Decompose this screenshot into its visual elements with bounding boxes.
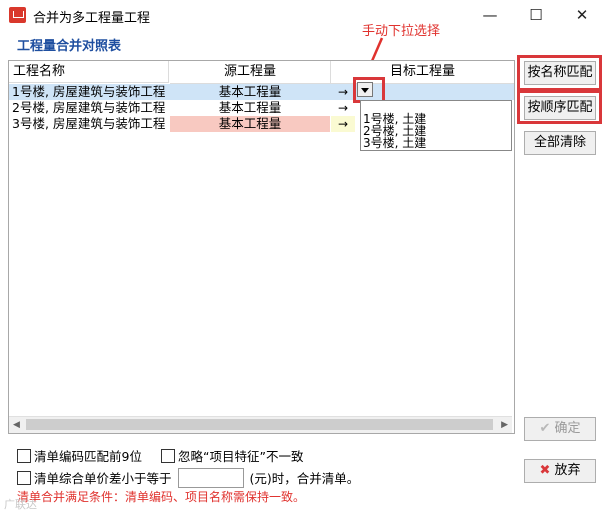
- check-icon: ✔: [539, 421, 551, 436]
- maximize-button[interactable]: ☐: [513, 0, 559, 30]
- arrow-icon: →: [331, 116, 355, 132]
- source-cell: 基本工程量: [218, 100, 282, 115]
- source-cell: 基本工程量: [170, 116, 330, 132]
- price-diff-suffix: (元)时，合并清单。: [249, 471, 360, 486]
- clear-all-button[interactable]: 全部清除: [524, 131, 596, 155]
- abandon-button[interactable]: ✖ 放弃: [524, 459, 596, 483]
- ignore-feature-checkbox[interactable]: [161, 449, 175, 463]
- code-match-checkbox[interactable]: [17, 449, 31, 463]
- close-button[interactable]: ✕: [559, 0, 605, 30]
- project-name-cell: 2号楼, 房屋建筑与装饰工程: [12, 100, 166, 115]
- arrow-icon: →: [337, 85, 349, 99]
- source-cell: 基本工程量: [218, 84, 282, 99]
- scroll-right-icon[interactable]: ▶: [501, 420, 508, 430]
- x-icon: ✖: [539, 463, 551, 478]
- minimize-button[interactable]: —: [467, 0, 513, 30]
- price-diff-checkbox[interactable]: [17, 471, 31, 485]
- match-by-order-highlight: [517, 90, 602, 124]
- price-diff-prefix: 清单综合单价差小于等于: [34, 471, 172, 486]
- column-header-project-name[interactable]: 工程名称: [9, 61, 169, 83]
- table-row[interactable]: 1号楼, 房屋建筑与装饰工程 基本工程量 →: [9, 84, 514, 100]
- confirm-button[interactable]: ✔ 确定: [524, 417, 596, 441]
- app-icon: [9, 7, 26, 23]
- scroll-thumb[interactable]: [26, 419, 493, 430]
- price-diff-input[interactable]: [177, 468, 244, 488]
- arrow-icon: →: [337, 101, 349, 115]
- dropdown-option[interactable]: 3号楼, 土建: [363, 137, 426, 149]
- price-diff-option[interactable]: 清单综合单价差小于等于 (元)时，合并清单。: [17, 468, 359, 488]
- horizontal-scrollbar[interactable]: ◀ ▶: [9, 416, 512, 433]
- ignore-feature-label: 忽略“项目特征”不一致: [178, 449, 304, 464]
- ignore-feature-option[interactable]: 忽略“项目特征”不一致: [161, 446, 303, 465]
- abandon-label: 放弃: [554, 463, 581, 478]
- target-dropdown-list[interactable]: 1号楼, 土建 2号楼, 土建 3号楼, 土建: [360, 100, 512, 151]
- confirm-label: 确定: [554, 421, 581, 436]
- project-name-cell: 1号楼, 房屋建筑与装饰工程: [12, 84, 166, 99]
- window-title: 合并为多工程量工程: [33, 11, 151, 26]
- merge-condition-note: 清单合并满足条件：清单编码、项目名称需保持一致。: [17, 490, 306, 504]
- watermark-logo: 广联达: [4, 498, 37, 511]
- section-title: 工程量合并对照表: [17, 39, 122, 54]
- code-match-option[interactable]: 清单编码匹配前9位: [17, 446, 142, 465]
- project-name-cell: 3号楼, 房屋建筑与装饰工程: [12, 116, 166, 131]
- match-by-name-highlight: [517, 55, 602, 91]
- code-match-label: 清单编码匹配前9位: [34, 449, 142, 464]
- title-bar: 合并为多工程量工程 — ☐ ✕: [0, 0, 606, 30]
- scroll-left-icon[interactable]: ◀: [13, 420, 20, 430]
- column-header-source[interactable]: 源工程量: [170, 61, 331, 84]
